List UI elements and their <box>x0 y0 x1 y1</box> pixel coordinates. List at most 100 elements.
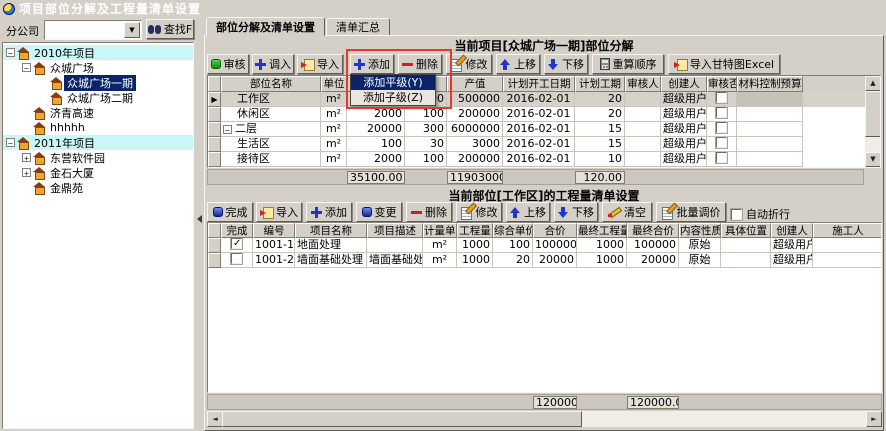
col-header[interactable]: 项目描述 <box>367 223 423 238</box>
add-list-item-button[interactable]: 添加 <box>306 202 352 222</box>
col-header[interactable]: 创建人 <box>661 76 707 92</box>
modify-list-item-button[interactable]: 修改 <box>456 202 502 222</box>
audit-checkbox[interactable] <box>716 107 727 118</box>
cell-final-qty: 1000 <box>577 253 627 268</box>
tree-item-zhongcheng-phase1[interactable]: 众城广场一期 <box>3 75 193 90</box>
col-header[interactable]: 部位名称 <box>221 76 321 92</box>
clear-button[interactable]: 清空 <box>602 202 652 222</box>
col-header[interactable]: 内容性质 <box>679 223 721 238</box>
collapse-icon[interactable] <box>22 63 31 72</box>
search-button[interactable]: 查找F <box>146 19 194 39</box>
total-output: 11903000. <box>447 171 503 184</box>
finish-button[interactable]: 完成 <box>207 202 253 222</box>
move-down-list-button[interactable]: 下移 <box>554 202 598 222</box>
button-label: 添加 <box>325 204 347 220</box>
menu-item-add-child[interactable]: 添加子级(Z) <box>351 90 435 105</box>
scrollbar-thumb[interactable] <box>865 91 881 137</box>
tree-item-zhongcheng[interactable]: 众城广场 <box>3 60 193 75</box>
col-header[interactable]: 合价 <box>533 223 577 238</box>
tree-item-2010[interactable]: 2010年项目 <box>3 45 193 60</box>
recalc-order-button[interactable]: 重算顺序 <box>592 54 664 74</box>
autowrap-checkbox[interactable] <box>731 209 742 220</box>
audit-checkbox[interactable] <box>716 92 727 103</box>
scrollbar-thumb[interactable] <box>222 411 582 427</box>
move-up-list-button[interactable]: 上移 <box>506 202 550 222</box>
col-header[interactable]: 综合单价 <box>493 223 533 238</box>
scroll-down-icon[interactable]: ▼ <box>865 152 881 167</box>
modify-button[interactable]: 修改 <box>446 54 492 74</box>
panel-splitter[interactable] <box>196 17 204 431</box>
col-header[interactable]: 工程量 <box>457 223 493 238</box>
col-header[interactable]: 完成 <box>221 223 253 238</box>
import-gantt-excel-button[interactable]: 导入甘特图Excel <box>668 54 780 74</box>
col-header[interactable]: 项目名称 <box>295 223 367 238</box>
col-header[interactable]: 最终合价 <box>627 223 679 238</box>
edit-page-icon <box>662 206 674 218</box>
add-button[interactable]: 添加 <box>350 54 394 74</box>
delete-list-item-button[interactable]: 删除 <box>406 202 452 222</box>
col-header[interactable]: 具体位置 <box>721 223 771 238</box>
scroll-up-icon[interactable]: ▲ <box>865 76 881 91</box>
table-row[interactable]: 生活区 m² 100 30 3000 2016-02-01 15 超级用户 <box>208 137 880 152</box>
import-button[interactable]: 导入 <box>297 54 343 74</box>
tree-item-jinshi[interactable]: 金石大厦 <box>3 165 193 180</box>
load-in-button[interactable]: 调入 <box>252 54 294 74</box>
audit-checkbox[interactable] <box>716 152 727 163</box>
done-checkbox[interactable] <box>231 238 242 249</box>
col-header[interactable]: 审核否 <box>707 76 737 92</box>
horizontal-scrollbar[interactable]: ◄ ► <box>207 411 882 427</box>
import-list-button[interactable]: 导入 <box>256 202 302 222</box>
move-down-button[interactable]: 下移 <box>544 54 588 74</box>
audit-checkbox[interactable] <box>716 137 727 148</box>
expand-icon[interactable] <box>22 153 31 162</box>
col-header[interactable]: 施工人 <box>813 223 882 238</box>
delete-button[interactable]: 删除 <box>398 54 442 74</box>
done-checkbox[interactable] <box>231 253 242 264</box>
tab-part-breakdown[interactable]: 部位分解及清单设置 <box>206 17 325 36</box>
collapse-left-icon[interactable] <box>197 215 202 223</box>
scroll-right-icon[interactable]: ► <box>866 411 882 427</box>
col-header[interactable]: 材料控制预算 <box>737 76 803 92</box>
table-row[interactable]: 1001-1 地面处理 m² 1000 100 100000 1000 1000… <box>208 238 881 253</box>
cell-unit-price: 100 <box>493 238 533 253</box>
tree-item-jiqing[interactable]: 济青高速 <box>3 105 193 120</box>
col-header[interactable]: 计划工期 <box>575 76 625 92</box>
audit-checkbox[interactable] <box>716 122 727 133</box>
change-button[interactable]: 变更 <box>356 202 402 222</box>
collapse-icon[interactable] <box>6 48 15 57</box>
audit-button[interactable]: 审核 <box>207 54 249 74</box>
company-select[interactable]: ▼ <box>44 20 142 40</box>
expand-icon[interactable] <box>22 168 31 177</box>
table-row[interactable]: 休闲区 m² 2000 100 200000 2016-02-01 20 超级用… <box>208 107 880 122</box>
col-header[interactable]: 编号 <box>253 223 295 238</box>
table-row[interactable]: 1001-2 墙面基础处理 墙面基础处理 m² 1000 20 20000 10… <box>208 253 881 268</box>
col-header[interactable]: 计量单位 <box>423 223 457 238</box>
table-row[interactable]: 接待区 m² 2000 100 200000 2016-02-01 10 超级用… <box>208 152 880 167</box>
collapse-icon[interactable] <box>6 138 15 147</box>
house-icon <box>33 182 45 193</box>
col-header[interactable]: 审核人 <box>625 76 661 92</box>
col-header[interactable]: 计划开工日期 <box>503 76 575 92</box>
table-row[interactable]: ▶ 工作区 m² 100 500000 2016-02-01 20 超级用户 <box>208 92 880 107</box>
tree-item-dongying[interactable]: 东营软件园 <box>3 150 193 165</box>
col-header[interactable]: 创建人 <box>771 223 813 238</box>
vertical-scrollbar[interactable]: ▲ ▼ <box>865 76 881 167</box>
tree-item-jindingyuan[interactable]: 金鼎苑 <box>3 180 193 195</box>
tree-item-2011[interactable]: 2011年项目 <box>3 135 193 150</box>
collapse-icon[interactable] <box>223 125 232 134</box>
autowrap-option[interactable]: 自动折行 <box>731 206 790 222</box>
col-header[interactable]: 最终工程量 <box>577 223 627 238</box>
tree-item-zhongcheng-phase2[interactable]: 众城广场二期 <box>3 90 193 105</box>
tree-item-hhhhh[interactable]: hhhhh <box>3 120 193 135</box>
col-header[interactable]: 产值 <box>447 76 503 92</box>
batch-price-button[interactable]: 批量调价 <box>656 202 726 222</box>
tab-list-summary[interactable]: 清单汇总 <box>326 18 390 36</box>
move-up-button[interactable]: 上移 <box>496 54 540 74</box>
cell-auditor <box>625 137 661 152</box>
chevron-down-icon[interactable]: ▼ <box>124 22 140 38</box>
title-bar[interactable]: 项目部位分解及工程量清单设置 <box>0 0 886 17</box>
col-header[interactable]: 单位 <box>321 76 347 92</box>
scroll-left-icon[interactable]: ◄ <box>207 411 223 427</box>
menu-item-add-sibling[interactable]: 添加平级(Y) <box>351 75 435 90</box>
table-row[interactable]: 二层 m² 20000 300 6000000 2016-02-01 15 超级… <box>208 122 880 137</box>
